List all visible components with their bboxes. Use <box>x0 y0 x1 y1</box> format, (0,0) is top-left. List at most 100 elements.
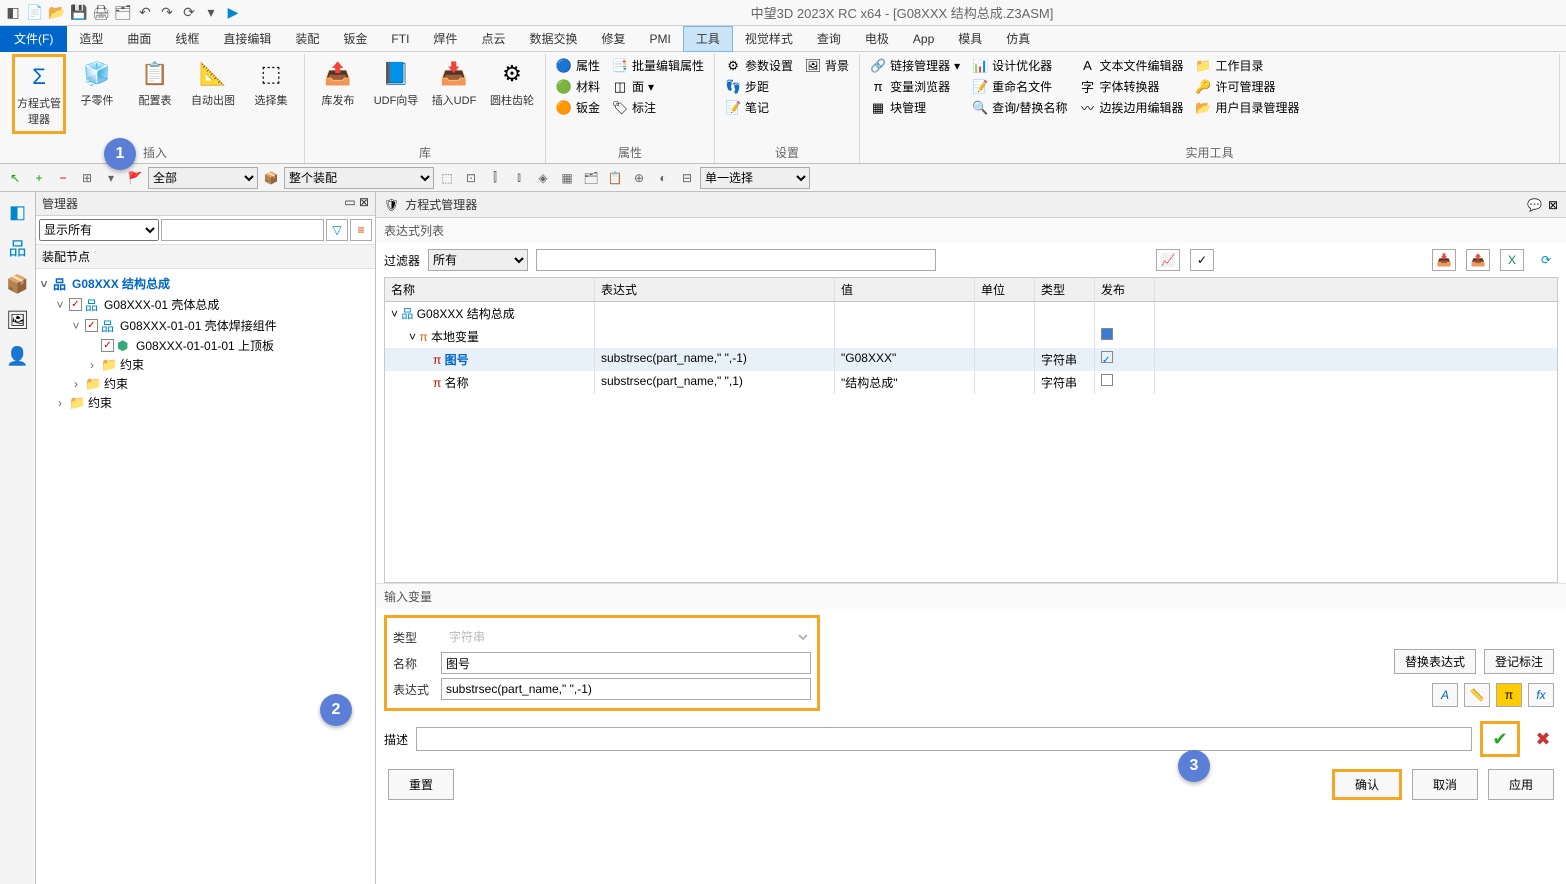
material-button[interactable]: 🟢材料 <box>552 77 604 96</box>
tree-root[interactable]: G08XXX 结构总成 <box>72 275 170 292</box>
filter-text[interactable] <box>536 249 936 271</box>
tb2-icon[interactable]: ⊡ <box>460 167 482 189</box>
menu-cloud[interactable]: 点云 <box>469 26 517 52</box>
expand-icon[interactable]: › <box>86 358 98 372</box>
menu-weld[interactable]: 焊件 <box>421 26 469 52</box>
expand-icon[interactable]: ˅ <box>70 319 82 333</box>
tb1-icon[interactable]: ⬚ <box>436 167 458 189</box>
filter2-select[interactable]: 整个装配 <box>284 167 434 189</box>
filter-flag-icon[interactable]: 🚩 <box>124 167 146 189</box>
tb5-icon[interactable]: ◈ <box>532 167 554 189</box>
col-name[interactable]: 名称 <box>385 278 595 301</box>
menu-pmi[interactable]: PMI <box>637 26 682 52</box>
table-row[interactable]: ˅ π 本地变量 <box>385 325 595 348</box>
fx-icon[interactable]: fx <box>1528 683 1554 707</box>
publish-checkbox[interactable] <box>1101 328 1113 340</box>
face-button[interactable]: ◫面 ▾ <box>608 77 708 96</box>
bg-button[interactable]: 🖼背景 <box>801 56 853 75</box>
box-view-icon[interactable]: 📦 <box>6 272 30 296</box>
expand-icon[interactable]: › <box>70 377 82 391</box>
col-unit[interactable]: 单位 <box>975 278 1035 301</box>
select-mode[interactable]: 单一选择 <box>700 167 810 189</box>
accept-icon[interactable]: ✔ <box>1485 726 1515 752</box>
var-browser-button[interactable]: π变量浏览器 <box>866 77 964 96</box>
apply-button[interactable]: 应用 <box>1488 769 1554 800</box>
dropdown-icon[interactable]: ▾ <box>202 4 220 22</box>
col-type[interactable]: 类型 <box>1035 278 1095 301</box>
pic-view-icon[interactable]: 🖼 <box>6 308 30 332</box>
gear-button[interactable]: ⚙圆柱齿轮 <box>485 54 539 112</box>
plus-icon[interactable]: + <box>28 167 50 189</box>
tree-item[interactable]: 约束 <box>88 394 112 411</box>
pin-icon[interactable]: ▭ <box>344 195 355 209</box>
expand-icon[interactable]: ˅ <box>38 277 50 291</box>
menu-visual[interactable]: 视觉样式 <box>733 26 805 52</box>
tb8-icon[interactable]: 📋 <box>604 167 626 189</box>
tb6-icon[interactable]: ▦ <box>556 167 578 189</box>
menu-direct[interactable]: 直接编辑 <box>211 26 283 52</box>
font-convert-button[interactable]: 字字体转换器 <box>1075 77 1187 96</box>
table-row[interactable]: ˅ 品 G08XXX 结构总成 <box>385 302 595 325</box>
sub-part-button[interactable]: 🧊子零件 <box>70 54 124 112</box>
menu-app[interactable]: App <box>901 26 946 52</box>
print-icon[interactable]: 🖨 <box>92 4 110 22</box>
table-row-selected[interactable]: π 图号substrsec(part_name," ",-1)"G08XXX"字… <box>385 348 1557 371</box>
close-icon[interactable]: ⊠ <box>1548 198 1558 212</box>
cancel-button[interactable]: 取消 <box>1412 769 1478 800</box>
cursor-icon[interactable]: ↖ <box>4 167 26 189</box>
refresh-icon[interactable]: ⟳ <box>1534 249 1558 271</box>
equation-manager-button[interactable]: Σ方程式管理器 <box>12 54 66 134</box>
desc-input[interactable] <box>416 727 1472 751</box>
param-button[interactable]: ⚙参数设置 <box>721 56 797 75</box>
open-icon[interactable]: 📂 <box>48 4 66 22</box>
exp-input[interactable] <box>441 678 811 700</box>
table-row[interactable]: π 名称substrsec(part_name," ",1)"结构总成"字符串 <box>385 371 1557 394</box>
annot-button[interactable]: 🏷标注 <box>608 98 708 117</box>
show-select[interactable]: 显示所有 <box>39 219 159 241</box>
workdir-button[interactable]: 📁工作目录 <box>1191 56 1303 75</box>
menu-model[interactable]: 造型 <box>67 26 115 52</box>
text-editor-button[interactable]: A文本文件编辑器 <box>1075 56 1187 75</box>
udf-guide-button[interactable]: 📘UDF向导 <box>369 54 423 112</box>
menu-repair[interactable]: 修复 <box>589 26 637 52</box>
col-pub[interactable]: 发布 <box>1095 278 1155 301</box>
check-icon[interactable]: ✓ <box>1190 249 1214 271</box>
list-icon[interactable]: ≡ <box>350 219 372 241</box>
config-table-button[interactable]: 📋配置表 <box>128 54 182 112</box>
col-exp[interactable]: 表达式 <box>595 278 835 301</box>
import-icon[interactable]: 📥 <box>1432 249 1456 271</box>
export-icon[interactable]: 📤 <box>1466 249 1490 271</box>
tree-view-icon[interactable]: ◧ <box>6 200 30 224</box>
link-mgr-button[interactable]: 🔗链接管理器 ▾ <box>866 56 964 75</box>
tb10-icon[interactable]: ◐ <box>652 167 674 189</box>
filter-select[interactable]: 所有 <box>428 249 528 271</box>
sheet-button[interactable]: 🟠钣金 <box>552 98 604 117</box>
checkbox[interactable]: ✓ <box>101 339 114 352</box>
menu-mold[interactable]: 模具 <box>946 26 994 52</box>
grid-icon[interactable]: ⊞ <box>76 167 98 189</box>
menu-query[interactable]: 查询 <box>805 26 853 52</box>
play-icon[interactable]: ▶ <box>224 4 242 22</box>
menu-file[interactable]: 文件(F) <box>0 26 67 52</box>
publish-checkbox[interactable] <box>1101 374 1113 386</box>
rename-button[interactable]: 📝重命名文件 <box>968 77 1071 96</box>
license-button[interactable]: 🔑许可管理器 <box>1191 77 1303 96</box>
edge-editor-button[interactable]: 〰边挨边用编辑器 <box>1075 98 1187 117</box>
batch-icon[interactable]: 🗂 <box>114 4 132 22</box>
publish-checkbox[interactable] <box>1101 351 1113 363</box>
asm-view-icon[interactable]: 品 <box>6 236 30 260</box>
tb3-icon[interactable]: ⫿ <box>484 167 506 189</box>
reset-button[interactable]: 重置 <box>388 769 454 800</box>
checkbox[interactable]: ✓ <box>85 319 98 332</box>
auto-draw-button[interactable]: 📐自动出图 <box>186 54 240 112</box>
asm-icon[interactable]: 📦 <box>260 167 282 189</box>
save-icon[interactable]: 💾 <box>70 4 88 22</box>
menu-asm[interactable]: 装配 <box>283 26 331 52</box>
select-set-button[interactable]: ⬚选择集 <box>244 54 298 112</box>
note-button[interactable]: 📝笔记 <box>721 98 797 117</box>
tree-item[interactable]: 约束 <box>104 375 128 392</box>
chart-icon[interactable]: 📈 <box>1156 249 1180 271</box>
menu-tools[interactable]: 工具 <box>683 26 733 52</box>
undo-icon[interactable]: ↶ <box>136 4 154 22</box>
menu-surface[interactable]: 曲面 <box>115 26 163 52</box>
